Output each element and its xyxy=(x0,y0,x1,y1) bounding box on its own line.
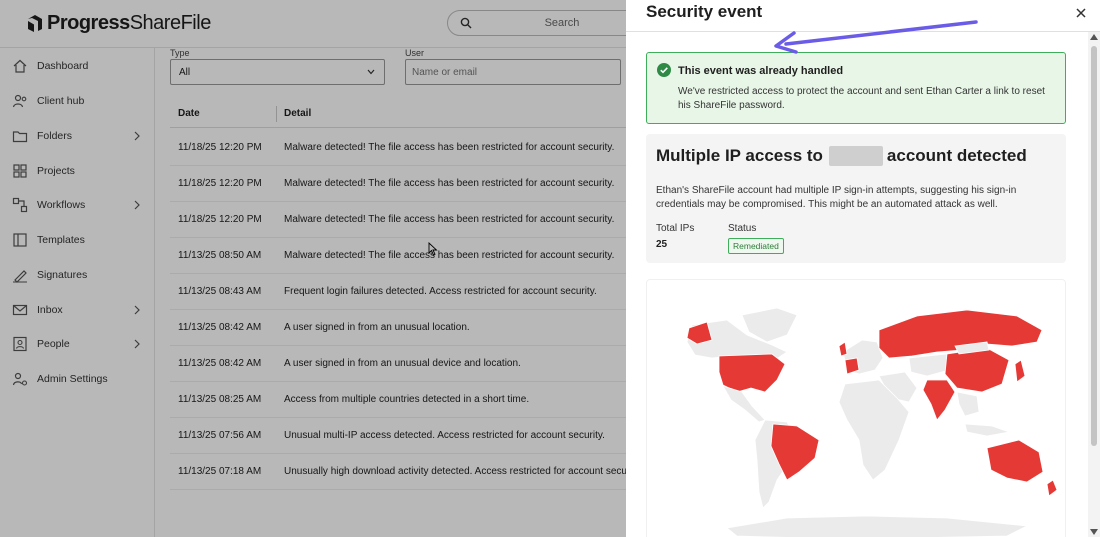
map-country-australia xyxy=(986,439,1044,483)
status-badge: Remediated xyxy=(728,238,784,254)
map-country-antarctica xyxy=(726,515,1029,537)
drawer-title: Security event xyxy=(646,2,763,21)
event-summary-card: Multiple IP access to account detected E… xyxy=(646,134,1066,263)
map-country-india xyxy=(922,379,956,421)
scroll-up-arrow-icon[interactable] xyxy=(1090,34,1098,40)
redacted-account-name xyxy=(828,146,883,166)
map-country-japan xyxy=(1014,359,1026,383)
event-headline: Multiple IP access to account detected xyxy=(656,146,1027,166)
drawer-body: This event was already handled We've res… xyxy=(626,32,1088,537)
map-country-central-asia xyxy=(908,353,950,377)
headline-pre: Multiple IP access to xyxy=(656,146,823,165)
check-circle-icon xyxy=(657,63,671,77)
status-label: Status xyxy=(728,223,757,234)
security-event-drawer: Security event This event was already ha… xyxy=(626,0,1100,537)
map-country-china xyxy=(944,347,1010,393)
map-country-new-zealand xyxy=(1046,479,1058,497)
world-map xyxy=(686,307,1058,537)
map-country-mexico xyxy=(722,385,766,423)
total-ips-value: 25 xyxy=(656,239,668,250)
annotation-arrow-icon xyxy=(774,20,978,54)
alert-title: This event was already handled xyxy=(678,65,844,77)
modal-backdrop[interactable] xyxy=(0,0,626,537)
drawer-scrollbar[interactable] xyxy=(1088,32,1100,537)
handled-alert: This event was already handled We've res… xyxy=(646,52,1066,124)
world-map-card xyxy=(646,279,1066,537)
map-country-usa xyxy=(718,353,786,393)
map-country-alaska xyxy=(686,321,713,345)
alert-text: We've restricted access to protect the a… xyxy=(678,86,1045,111)
headline-post: account detected xyxy=(886,146,1027,165)
total-ips-label: Total IPs xyxy=(656,223,695,234)
scrollbar-thumb[interactable] xyxy=(1091,46,1097,446)
close-icon[interactable] xyxy=(1074,6,1088,20)
scroll-down-arrow-icon[interactable] xyxy=(1090,529,1098,535)
map-country-indonesia xyxy=(964,423,1011,437)
event-description: Ethan's ShareFile account had multiple I… xyxy=(656,185,1017,210)
map-country-southeast-asia xyxy=(956,391,980,417)
map-country-uk xyxy=(838,341,848,357)
